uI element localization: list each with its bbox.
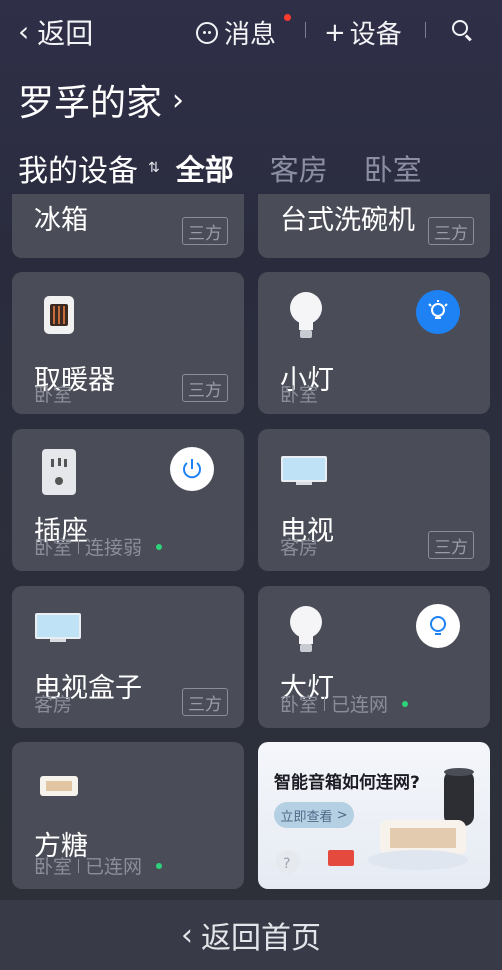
device-room: 卧室 [34,384,73,406]
chevron-left-icon: ‹ [18,15,30,48]
tv-icon [281,456,327,485]
back-button[interactable]: ‹ 返回 [18,12,93,52]
third-party-badge: 三方 [428,217,474,245]
lightbulb-icon [430,616,446,635]
messages-button[interactable]: 消息 [196,14,276,51]
device-tabs: 我的设备 ⇅ 全部 客房 卧室 [18,146,488,190]
status-dot [156,543,163,550]
svg-text:?: ? [283,856,290,872]
device-card-dishwasher[interactable]: 台式洗碗机 三方 [258,194,490,258]
search-icon[interactable] [452,20,468,36]
device-name: 台式洗碗机 [280,205,415,236]
third-party-badge: 三方 [428,531,474,559]
back-to-home-label: 返回首页 [201,921,321,956]
third-party-badge: 三方 [182,688,228,716]
device-room: 卧室 已连网 [34,852,163,879]
unread-dot [284,14,291,21]
plus-icon: + [324,17,346,48]
device-card-fridge[interactable]: 冰箱 三方 [12,194,244,258]
add-device-button[interactable]: + 设备 [324,14,402,51]
bulb-icon [290,292,322,338]
smart-speaker-illustration: ? [276,768,474,874]
chevron-left-icon: ‹ [181,917,193,953]
device-card-main-light[interactable]: 大灯 卧室 已连网 [258,586,490,728]
device-card-small-lamp[interactable]: 小灯 卧室 [258,272,490,414]
device-room: 客房 [280,537,319,559]
home-selector[interactable]: 罗孚的家 › [18,74,184,126]
lightbulb-icon [428,300,448,319]
chevron-right-icon: › [172,82,185,118]
sort-icon[interactable]: ⇅ [148,160,160,176]
bulb-icon [290,606,322,652]
power-toggle-button[interactable] [170,447,214,491]
tv-box-icon [35,613,81,642]
tab-guest-room[interactable]: 客房 [270,147,328,189]
divider [305,22,306,38]
light-toggle-button[interactable] [416,604,460,648]
power-icon [183,459,201,479]
status-dot [156,862,163,869]
device-card-heater[interactable]: 取暖器 卧室 三方 [12,272,244,414]
device-card-socket[interactable]: 插座 卧室 连接弱 [12,429,244,571]
speaker-icon [40,776,78,796]
messages-label: 消息 [224,20,277,50]
device-name: 冰箱 [34,205,88,236]
top-bar: ‹ 返回 消息 + 设备 [0,0,502,62]
status-dot [402,700,409,707]
third-party-badge: 三方 [182,217,228,245]
tab-bedroom[interactable]: 卧室 [364,147,422,189]
tab-all[interactable]: 全部 [176,147,234,189]
device-room: 客房 [34,694,73,716]
add-device-label: 设备 [349,20,402,50]
heater-icon [44,296,74,334]
third-party-badge: 三方 [182,374,228,402]
device-room: 卧室 已连网 [280,690,409,717]
device-card-tv-box[interactable]: 电视盒子 客房 三方 [12,586,244,728]
back-to-home-button[interactable]: ‹ 返回首页 [0,900,502,970]
device-room: 卧室 [280,384,319,406]
message-icon [196,21,218,44]
light-toggle-button[interactable] [416,290,460,334]
home-title: 罗孚的家 [18,83,163,124]
socket-icon [42,449,76,495]
device-card-fangtang[interactable]: 方糖 卧室 已连网 [12,742,244,889]
promo-card[interactable]: 智能音箱如何连网? 立即查看 > ? [258,742,490,889]
device-card-tv[interactable]: 电视 客房 三方 [258,429,490,571]
my-devices-label: 我的设备 [18,154,138,189]
divider [425,22,426,38]
back-label: 返回 [37,17,94,50]
device-room: 卧室 连接弱 [34,533,163,560]
